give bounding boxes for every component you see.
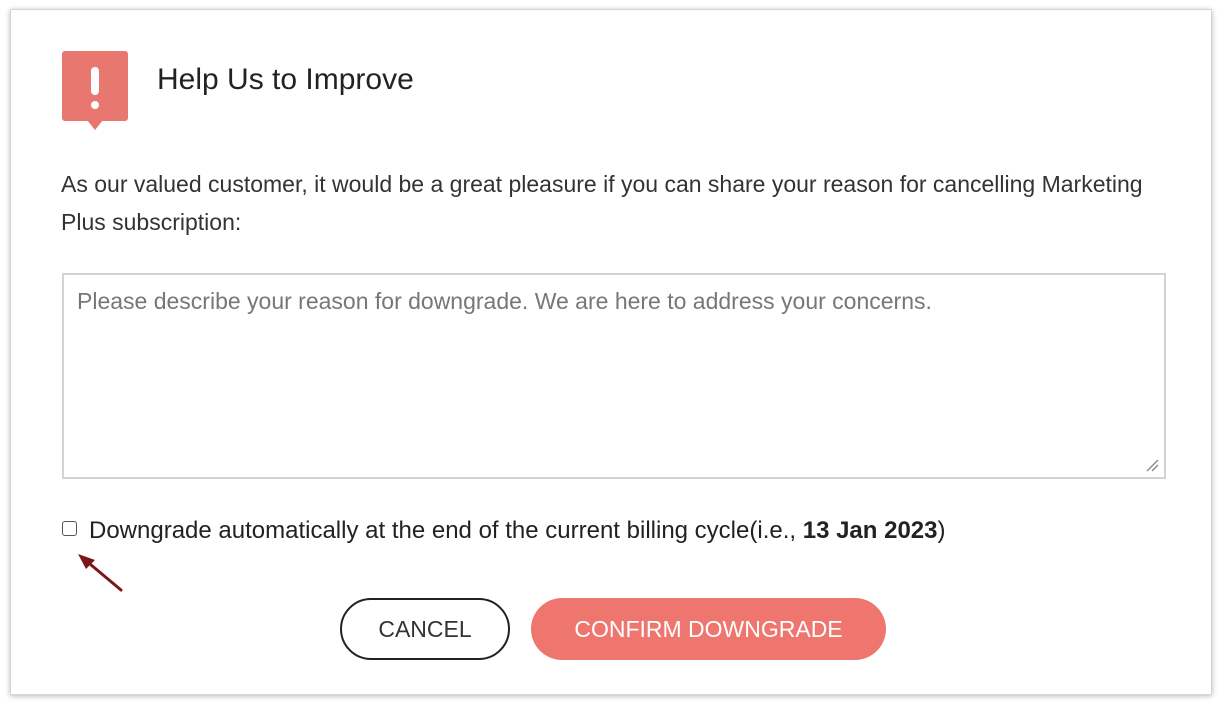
dialog-title: Help Us to Improve [157,63,414,96]
exclamation-dot [91,101,99,109]
pointer-arrow-icon [78,554,123,592]
auto-downgrade-label-prefix: Downgrade automatically at the end of th… [89,517,803,544]
exclamation-bar [91,67,99,95]
auto-downgrade-label[interactable]: Downgrade automatically at the end of th… [89,513,946,549]
resize-handle-icon[interactable] [1145,458,1159,472]
confirm-downgrade-button[interactable]: CONFIRM DOWNGRADE [531,598,886,660]
dialog-description: As our valued customer, it would be a gr… [61,171,1143,235]
downgrade-feedback-dialog: Help Us to Improve As our valued custome… [10,9,1212,695]
exclamation-alert-icon [62,51,128,130]
billing-cycle-date: 13 Jan 2023 [802,517,938,544]
reason-textarea[interactable] [62,273,1166,479]
cancel-button[interactable]: CANCEL [340,598,510,660]
auto-downgrade-label-suffix: ) [937,517,946,544]
auto-downgrade-checkbox[interactable] [62,521,77,536]
